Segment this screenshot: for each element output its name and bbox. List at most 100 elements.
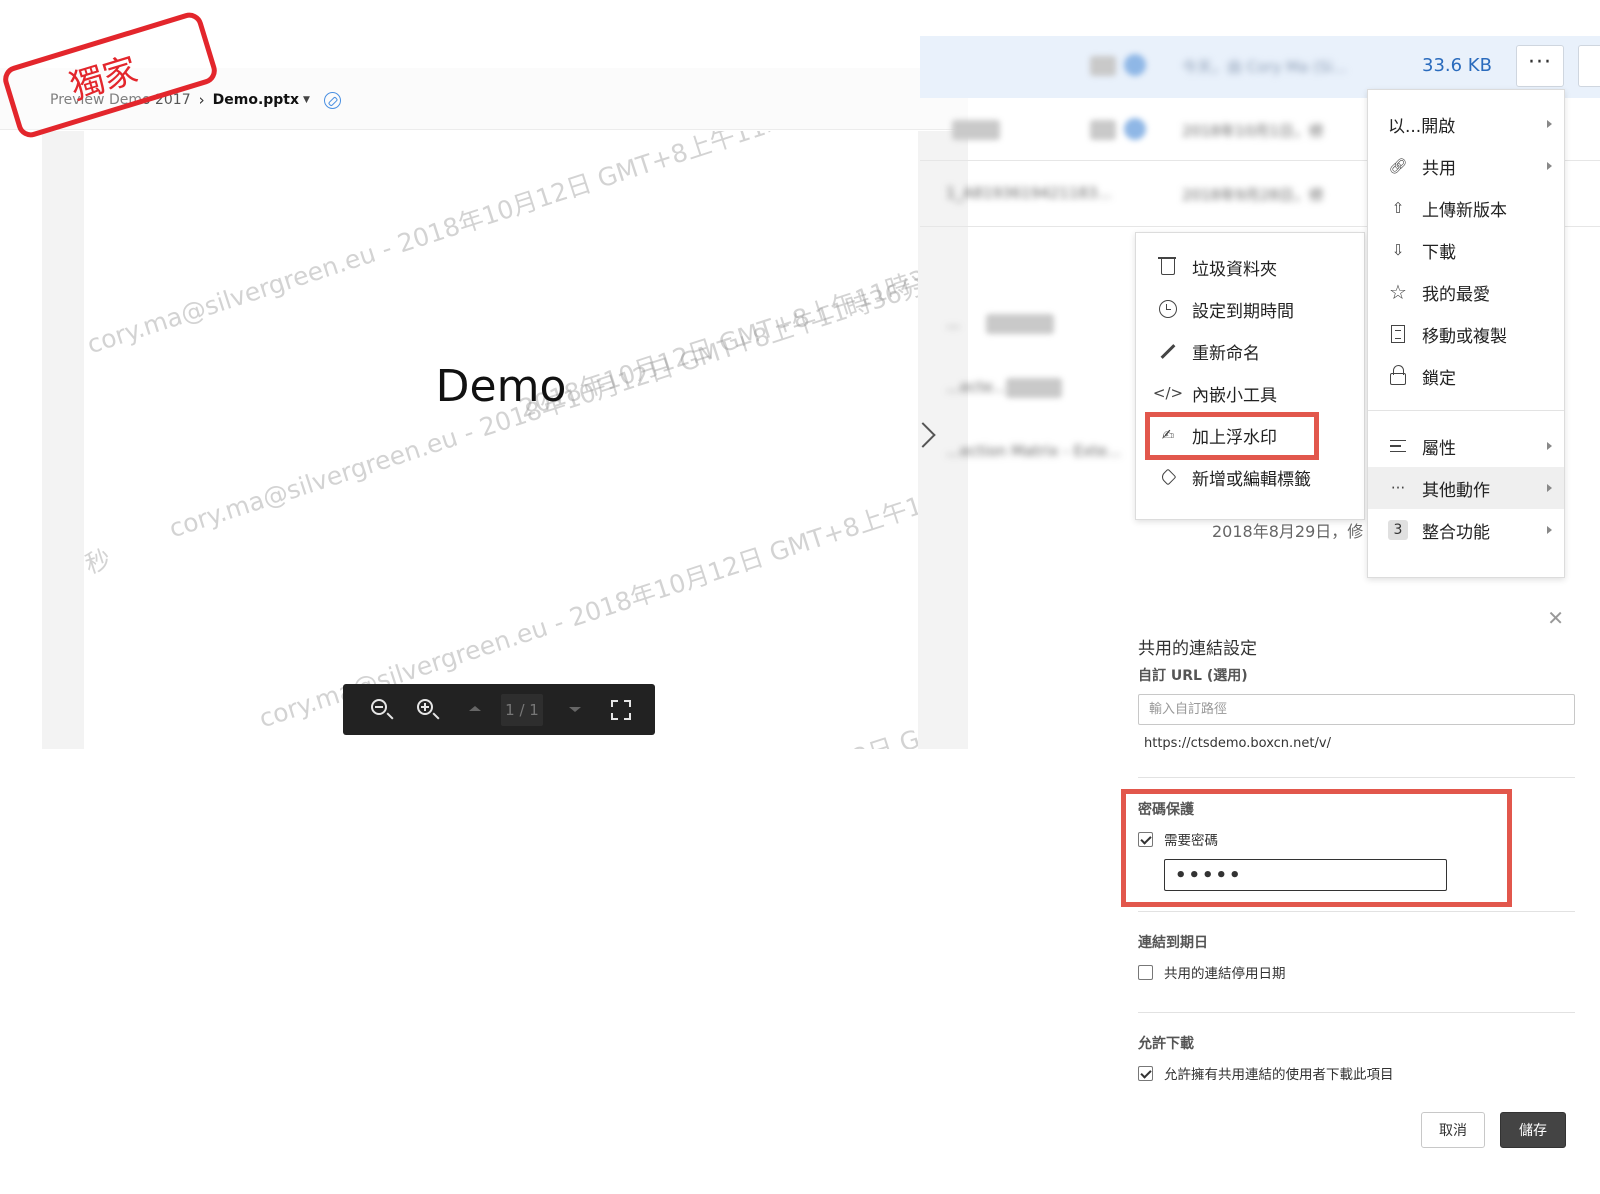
menu-item-label: 下載 — [1422, 242, 1456, 263]
menu-item-embed-widget[interactable]: </> 內嵌小工具 — [1136, 372, 1364, 414]
upload-icon: ⇧ — [1391, 199, 1405, 217]
fullscreen-icon — [611, 700, 632, 720]
menu-item-label: 移動或複製 — [1422, 326, 1507, 347]
menu-item-label: 整合功能 — [1422, 522, 1490, 543]
menu-item-trash[interactable]: 垃圾資料夾 — [1136, 246, 1364, 288]
custom-url-input[interactable] — [1139, 695, 1574, 724]
preview-area: cory.ma@silvergreen.eu - 2018年10月12日 GMT… — [42, 131, 968, 749]
menu-item-label: 我的最愛 — [1422, 284, 1490, 305]
menu-item-edit-tags[interactable]: 新增或編輯標籤 — [1136, 456, 1364, 498]
divider — [1138, 1012, 1575, 1013]
file-size: 33.6 KB — [1422, 55, 1492, 76]
arrow-up-icon — [468, 706, 481, 711]
submenu-arrow-icon — [1547, 484, 1552, 492]
menu-item-download[interactable]: ⇩ 下載 — [1368, 229, 1564, 271]
download-section-label: 允許下載 — [1138, 1036, 1194, 1052]
link-icon: 🔗︎ — [1388, 157, 1408, 175]
file-owner-text: 今天，由 Cory Ma (Si... — [1182, 58, 1347, 76]
file-name-text: ...ection Matrix - Exte... — [946, 442, 1122, 460]
arrow-down-icon — [569, 707, 582, 712]
menu-item-label: 以...開啟 — [1388, 116, 1456, 137]
dialog-title: 共用的連結設定 — [1138, 639, 1257, 659]
fullscreen-button[interactable] — [595, 684, 641, 735]
menu-item-label: 上傳新版本 — [1422, 200, 1507, 221]
password-highlight-box — [1121, 789, 1512, 907]
menu-item-label: 垃圾資料夾 — [1192, 259, 1277, 280]
file-modified-text: 2018年9月28日，修 — [1182, 186, 1324, 204]
breadcrumb-file[interactable]: Demo.pptx — [213, 92, 299, 108]
allow-download-label: 允許擁有共用連結的使用者下載此項目 — [1164, 1067, 1394, 1083]
integrations-count-badge: 3 — [1388, 520, 1408, 540]
file-name-text: 1_A8193619421183... — [946, 184, 1112, 202]
tag-icon — [1158, 467, 1178, 487]
trash-icon — [1158, 257, 1178, 277]
previous-page-button[interactable] — [449, 684, 495, 735]
zoom-out-icon — [371, 699, 387, 715]
divider — [1138, 777, 1575, 778]
more-icon: ··· — [1390, 479, 1406, 497]
menu-item-set-expiration[interactable]: 設定到期時間 — [1136, 288, 1364, 330]
file-modified-text: 2018年10月1日，修 — [1182, 122, 1324, 140]
divider — [1138, 911, 1575, 912]
side-button[interactable] — [1578, 45, 1600, 87]
preview-toolbar: 1 / 1 — [343, 684, 655, 735]
ellipsis-icon: ··· — [1528, 50, 1552, 75]
expiry-checkbox[interactable] — [1138, 964, 1153, 980]
download-icon: ⇩ — [1391, 241, 1405, 259]
expiry-option[interactable]: 共用的連結停用日期 — [1138, 962, 1286, 982]
watermark-highlight-box — [1145, 412, 1319, 460]
menu-item-move-copy[interactable]: 移動或複製 — [1368, 313, 1564, 355]
slide-title: Demo — [435, 361, 567, 412]
menu-item-lock[interactable]: 鎖定 — [1368, 355, 1564, 397]
star-icon: ☆ — [1389, 280, 1407, 304]
menu-item-label: 新增或編輯標籤 — [1192, 469, 1311, 490]
submenu-arrow-icon — [1547, 526, 1552, 534]
next-page-button[interactable] — [549, 684, 595, 735]
properties-icon — [1388, 436, 1408, 456]
code-icon: </> — [1152, 384, 1184, 402]
menu-item-open-with[interactable]: 以...開啟 — [1368, 103, 1564, 145]
file-context-menu: 以...開啟 🔗︎ 共用 ⇧ 上傳新版本 ⇩ 下載 ☆ 我的最愛 移動或複製 鎖… — [1367, 89, 1565, 578]
menu-divider — [1368, 410, 1564, 411]
menu-item-label: 共用 — [1422, 158, 1456, 179]
zoom-in-button[interactable] — [403, 684, 449, 735]
menu-item-label: 設定到期時間 — [1192, 301, 1294, 322]
allow-download-checkbox[interactable] — [1138, 1065, 1153, 1081]
menu-item-upload-new-version[interactable]: ⇧ 上傳新版本 — [1368, 187, 1564, 229]
file-modified-date: 2018年8月29日，修 — [1212, 522, 1364, 541]
expiry-option-label: 共用的連結停用日期 — [1164, 966, 1286, 982]
menu-item-label: 其他動作 — [1422, 480, 1490, 501]
menu-item-label: 內嵌小工具 — [1192, 385, 1277, 406]
custom-url-field[interactable] — [1138, 694, 1575, 725]
close-icon[interactable]: ✕ — [1547, 606, 1564, 630]
file-name-text: ... — [946, 314, 961, 332]
menu-item-integrations[interactable]: 3 整合功能 — [1368, 509, 1564, 551]
zoom-in-icon — [416, 699, 433, 715]
allow-download-option[interactable]: 允許擁有共用連結的使用者下載此項目 — [1138, 1063, 1394, 1083]
menu-item-rename[interactable]: 重新命名 — [1136, 330, 1364, 372]
save-button[interactable]: 儲存 — [1500, 1112, 1566, 1148]
clock-icon — [1158, 299, 1178, 319]
zoom-out-button[interactable] — [357, 684, 403, 735]
shared-link-icon[interactable] — [323, 91, 341, 109]
page-counter[interactable]: 1 / 1 — [500, 693, 544, 726]
menu-item-share[interactable]: 🔗︎ 共用 — [1368, 145, 1564, 187]
chevron-right-icon: › — [198, 91, 205, 109]
submenu-arrow-icon — [1547, 162, 1552, 170]
menu-item-more-actions[interactable]: ··· 其他動作 — [1368, 467, 1564, 509]
cancel-button[interactable]: 取消 — [1421, 1112, 1485, 1148]
caret-down-icon[interactable]: ▼ — [303, 95, 310, 105]
lock-icon — [1388, 365, 1408, 386]
menu-item-label: 屬性 — [1422, 438, 1456, 459]
menu-item-label: 鎖定 — [1422, 368, 1456, 389]
submenu-arrow-icon — [1547, 442, 1552, 450]
url-prefix: https://ctsdemo.boxcn.net/v/ — [1144, 736, 1331, 751]
menu-item-properties[interactable]: 屬性 — [1368, 425, 1564, 467]
menu-item-favorite[interactable]: ☆ 我的最愛 — [1368, 271, 1564, 313]
pencil-icon — [1158, 341, 1178, 361]
more-options-button[interactable]: ··· — [1516, 45, 1564, 87]
slide: cory.ma@silvergreen.eu - 2018年10月12日 GMT… — [84, 131, 918, 749]
copy-icon — [1388, 324, 1408, 344]
custom-url-label: 自訂 URL (選用) — [1138, 668, 1248, 684]
expiry-section-label: 連結到期日 — [1138, 935, 1208, 951]
